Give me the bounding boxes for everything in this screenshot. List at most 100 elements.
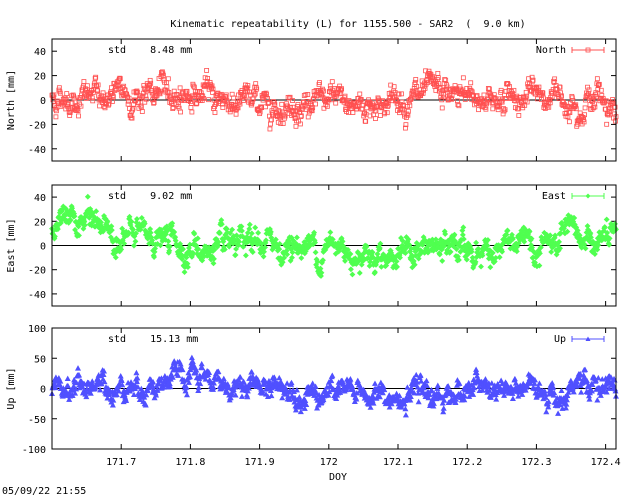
data-point: [305, 114, 311, 120]
data-point: [327, 229, 334, 236]
data-point: [435, 70, 441, 76]
data-point: [312, 249, 319, 256]
data-point: [278, 121, 284, 126]
data-point: [267, 126, 273, 132]
data-point: [189, 109, 195, 115]
data-point: [498, 377, 505, 383]
data-point: [373, 116, 378, 122]
y-tick-label: 0: [40, 385, 46, 396]
data-point: [509, 395, 516, 401]
data-point: [523, 89, 529, 95]
data-point: [459, 231, 466, 238]
data-point: [439, 257, 446, 264]
std-annotation: std 15.13 mm: [108, 334, 198, 345]
y-tick-label: 50: [34, 354, 46, 365]
data-point: [377, 113, 383, 118]
data-point: [473, 239, 480, 246]
panel-north: -40 -20 0 20 40 North [mm] std 8.48 mm North: [6, 38, 619, 162]
data-point: [188, 105, 194, 110]
data-point: [595, 374, 602, 381]
data-point: [377, 379, 384, 386]
data-point: [536, 380, 543, 386]
y-tick-label: 100: [28, 324, 46, 335]
y-tick-label: -40: [28, 290, 46, 301]
y-tick-label: 40: [34, 47, 46, 58]
data-point: [511, 375, 518, 382]
data-point: [280, 121, 286, 126]
y-tick-label: -100: [22, 445, 46, 456]
data-point: [329, 79, 335, 85]
data-point: [349, 271, 356, 278]
data-point: [413, 371, 420, 378]
y-tick-label: 0: [40, 96, 46, 107]
data-point: [100, 90, 106, 96]
data-point: [594, 397, 601, 403]
data-point: [246, 221, 253, 228]
data-point: [555, 410, 562, 416]
data-point: [333, 100, 339, 106]
y-axis-label: Up [mm]: [6, 367, 17, 409]
y-tick-label: -20: [28, 266, 46, 277]
data-point: [566, 119, 572, 125]
y-tick-label: -50: [28, 415, 46, 426]
data-point: [415, 398, 422, 405]
data-point: [516, 113, 522, 118]
footer-timestamp: 05/09/22 21:55: [2, 486, 86, 496]
y-tick-label: -40: [28, 145, 46, 156]
data-point: [64, 91, 70, 96]
data-point: [357, 91, 363, 97]
data-point: [178, 109, 184, 115]
data-point: [582, 105, 588, 111]
legend-marker: [585, 193, 591, 199]
data-point: [212, 110, 218, 116]
data-point: [543, 408, 550, 415]
y-tick-label: 20: [34, 72, 46, 83]
data-point: [402, 412, 409, 418]
data-point: [260, 253, 267, 260]
data-point: [329, 372, 336, 378]
chart-title: Kinematic repeatability (L) for 1155.500…: [170, 19, 525, 30]
x-tick-label: 172.3: [521, 457, 551, 468]
data-point: [81, 79, 87, 84]
x-tick-label: 171.8: [175, 457, 205, 468]
x-tick-label: 171.7: [106, 457, 136, 468]
data-point: [460, 75, 466, 81]
y-tick-label: 0: [40, 242, 46, 253]
data-point: [462, 96, 468, 102]
data-point: [296, 394, 303, 400]
data-point: [275, 119, 281, 125]
data-point: [64, 375, 71, 381]
panel-up: -100 -50 0 50 100 171.7 171.8 171.9 172 172.1 172.…: [6, 324, 621, 468]
data-point: [75, 365, 82, 371]
data-point: [478, 263, 484, 270]
data-point: [181, 269, 188, 276]
data-point: [220, 375, 227, 382]
data-point: [89, 378, 96, 384]
data-point: [293, 123, 299, 129]
data-point: [255, 229, 262, 236]
data-point: [188, 354, 195, 361]
x-tick-label: 172.1: [383, 457, 413, 468]
data-point: [594, 76, 600, 82]
data-point: [242, 252, 249, 259]
data-point: [468, 80, 474, 86]
std-annotation: std 8.48 mm: [108, 45, 192, 56]
x-tick-label: 171.9: [245, 457, 275, 468]
data-point: [268, 121, 273, 127]
data-point: [493, 396, 500, 402]
data-point: [252, 224, 259, 231]
data-point: [496, 254, 503, 261]
data-point: [604, 121, 610, 127]
data-point: [348, 266, 354, 273]
data-point: [585, 84, 590, 90]
data-point: [371, 380, 378, 386]
std-annotation: std 9.02 mm: [108, 191, 192, 202]
legend-label: East: [542, 191, 566, 202]
series-east: [49, 193, 619, 279]
data-point: [487, 264, 494, 271]
data-point: [177, 85, 183, 91]
data-point: [434, 382, 441, 388]
y-tick-label: 20: [34, 217, 46, 228]
y-axis-label: East [mm]: [6, 218, 17, 272]
data-point: [294, 234, 300, 241]
